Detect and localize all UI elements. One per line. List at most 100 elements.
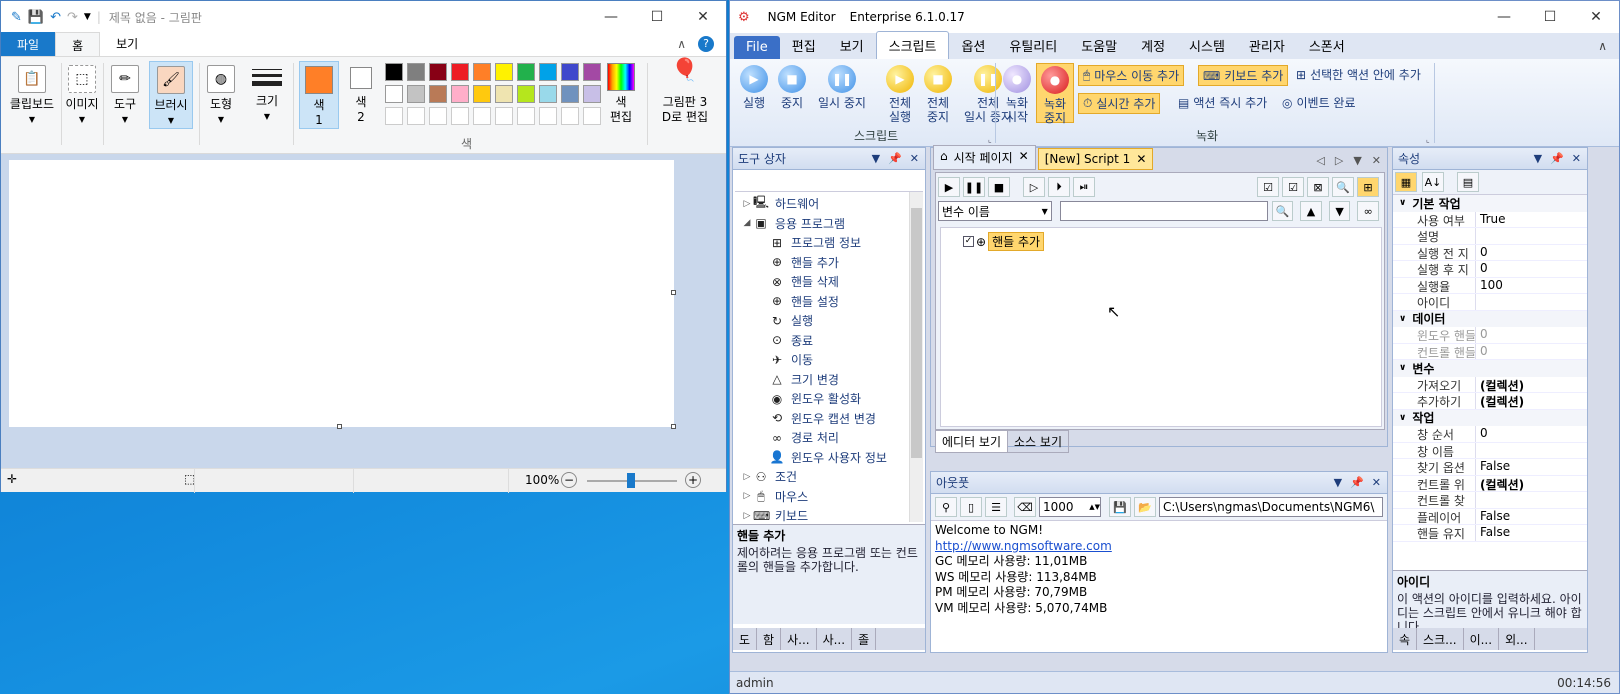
editor-close-icon[interactable]: ✕ [1372, 154, 1381, 167]
output-path-input[interactable]: C:\Users\ngmas\Documents\NGM6\ [1159, 497, 1383, 517]
zoom-icon[interactable]: 🔍 [1332, 177, 1354, 197]
toolbox-dropdown-icon[interactable]: ▼ [872, 152, 880, 165]
variable-select[interactable]: 변수 이름 ▼ [938, 201, 1052, 221]
menu-item[interactable]: 보기 [828, 32, 876, 59]
palette-color[interactable] [385, 63, 403, 81]
palette-color[interactable] [473, 85, 491, 103]
zoom-out-button[interactable]: − [561, 472, 577, 488]
tab-scroll-right-icon[interactable]: ▷ [1335, 154, 1343, 167]
properties-close-icon[interactable]: ✕ [1572, 152, 1581, 165]
menu-item[interactable]: 계정 [1129, 32, 1177, 59]
palette-custom-slot[interactable] [385, 107, 403, 125]
toolbox-item[interactable]: △ 크기 변경 [741, 370, 925, 390]
tab-source-view[interactable]: 소스 보기 [1008, 430, 1069, 453]
property-value[interactable]: 100 [1475, 277, 1503, 293]
zoom-in-button[interactable]: + [685, 472, 701, 488]
collapse-icon[interactable]: ∨ [1399, 363, 1406, 373]
collapse-icon[interactable]: ∨ [1399, 198, 1406, 208]
tab-file[interactable]: 파일 [1, 32, 56, 56]
property-row[interactable]: 추가하기 (컬렉션) [1393, 393, 1587, 410]
palette-color[interactable] [495, 85, 513, 103]
toolbox-item[interactable]: ⊕ 핸들 추가 [741, 253, 925, 273]
toolbox-item[interactable]: ▷ 🖳 하드웨어 [741, 194, 925, 214]
palette-color[interactable] [451, 85, 469, 103]
toolbox-bottom-tab[interactable]: 도 [733, 628, 758, 650]
palette-color[interactable] [407, 63, 425, 81]
menu-file[interactable]: File [734, 36, 780, 59]
tab-list-icon[interactable]: ▼ [1353, 154, 1361, 167]
record-stop-button[interactable]: ● 녹화 중지 [1036, 63, 1074, 125]
tree-view-icon[interactable]: ⊞ [1357, 177, 1379, 197]
menu-item[interactable]: 유틸리티 [997, 32, 1069, 59]
expand-icon[interactable]: ▷ [741, 472, 753, 482]
script-pause-icon[interactable]: ❚❚ [963, 177, 985, 197]
minimize-button[interactable]: — [588, 9, 634, 25]
menu-item[interactable]: 관리자 [1237, 32, 1297, 59]
property-row[interactable]: 가져오기 (컬렉션) [1393, 376, 1587, 393]
move-up-icon[interactable]: ▲ [1300, 201, 1322, 221]
redo-icon[interactable]: ↷ [67, 10, 78, 25]
color1-button[interactable]: 색 1 [299, 61, 339, 129]
stop-all-button[interactable]: ■ 전체 중지 [918, 65, 958, 124]
collapse-icon[interactable]: ∨ [1399, 314, 1406, 324]
property-row[interactable]: 아이디 [1393, 294, 1587, 311]
property-value[interactable]: False [1475, 459, 1510, 475]
save-icon[interactable]: 💾 [28, 10, 44, 25]
record-group-launcher-icon[interactable]: ⌞ [1426, 135, 1430, 144]
output-dropdown-icon[interactable]: ▼ [1334, 476, 1342, 489]
properties-bottom-tab[interactable]: 속 [1393, 628, 1418, 650]
ngm-maximize-button[interactable]: ☐ [1527, 9, 1573, 25]
expand-icon[interactable]: ▷ [741, 199, 753, 209]
edit-colors-button[interactable]: 색 편집 [601, 63, 641, 125]
palette-color[interactable] [385, 85, 403, 103]
property-row[interactable]: 실행 전 지 0 [1393, 244, 1587, 261]
property-category[interactable]: ∨ 데이터 [1393, 310, 1587, 327]
palette-color[interactable] [517, 85, 535, 103]
property-value[interactable]: 0 [1475, 343, 1488, 359]
property-value[interactable]: False [1475, 508, 1510, 524]
property-value[interactable]: False [1475, 525, 1510, 541]
property-category[interactable]: ∨ 기본 작업 [1393, 195, 1587, 212]
property-value[interactable] [1475, 492, 1480, 508]
image-button[interactable]: ⬚ 이미지 ▼ [63, 65, 101, 127]
menu-item[interactable]: 시스템 [1177, 32, 1237, 59]
property-value[interactable]: 0 [1475, 327, 1488, 343]
eraser-icon[interactable]: ⌫ [1014, 497, 1036, 517]
tools-button[interactable]: ✏ 도구 ▼ [105, 65, 145, 127]
properties-dropdown-icon[interactable]: ▼ [1534, 152, 1542, 165]
toolbox-close-icon[interactable]: ✕ [910, 152, 919, 165]
brush-button[interactable]: 🖌 브러시 ▼ [149, 61, 193, 129]
property-row[interactable]: 실행율 100 [1393, 277, 1587, 294]
variable-value-input[interactable] [1059, 201, 1268, 221]
toolbox-bottom-tab[interactable]: 사... [817, 628, 853, 650]
property-row[interactable]: 윈도우 핸들 0 [1393, 327, 1587, 344]
paint3d-button[interactable]: 🎈 그림판 3 D로 편집 [653, 60, 717, 125]
categorized-icon[interactable]: ▦ [1395, 172, 1417, 192]
property-row[interactable]: 설명 [1393, 228, 1587, 245]
property-value[interactable]: 0 [1475, 244, 1488, 260]
add-in-selected-button[interactable]: ⊞ 선택한 액션 안에 추가 [1292, 65, 1425, 84]
stop-button[interactable]: ■ 중지 [772, 65, 812, 110]
resize-handle-bottom[interactable] [337, 424, 342, 429]
output-save-icon[interactable]: 💾 [1109, 497, 1131, 517]
palette-color[interactable] [583, 85, 601, 103]
properties-bottom-tab[interactable]: 스크... [1417, 628, 1464, 650]
expand-icon[interactable]: ▷ [741, 511, 753, 521]
properties-bottom-tab[interactable]: 외... [1499, 628, 1535, 650]
property-value[interactable]: (컬렉션) [1475, 393, 1524, 409]
tab-script-1[interactable]: [New] Script 1 ✕ [1037, 148, 1154, 170]
check-icon[interactable]: ☑ [1282, 177, 1304, 197]
output-list-icon[interactable]: ☰ [985, 497, 1007, 517]
output-link[interactable]: http://www.ngmsoftware.com [935, 539, 1383, 555]
color2-button[interactable]: 색 2 [343, 65, 379, 125]
toolbox-bottom-tab[interactable]: 함 [757, 628, 782, 650]
palette-custom-slot[interactable] [451, 107, 469, 125]
customize-qa-icon[interactable]: ▼ [84, 12, 91, 22]
palette-color[interactable] [561, 85, 579, 103]
palette-custom-slot[interactable] [517, 107, 535, 125]
ngm-collapse-ribbon-icon[interactable]: ∧ [1598, 39, 1607, 53]
property-row[interactable]: 핸들 유지 False [1393, 525, 1587, 542]
palette-custom-slot[interactable] [473, 107, 491, 125]
toolbox-search-input[interactable] [735, 172, 923, 192]
output-filter-icon[interactable]: ⚲ [935, 497, 957, 517]
